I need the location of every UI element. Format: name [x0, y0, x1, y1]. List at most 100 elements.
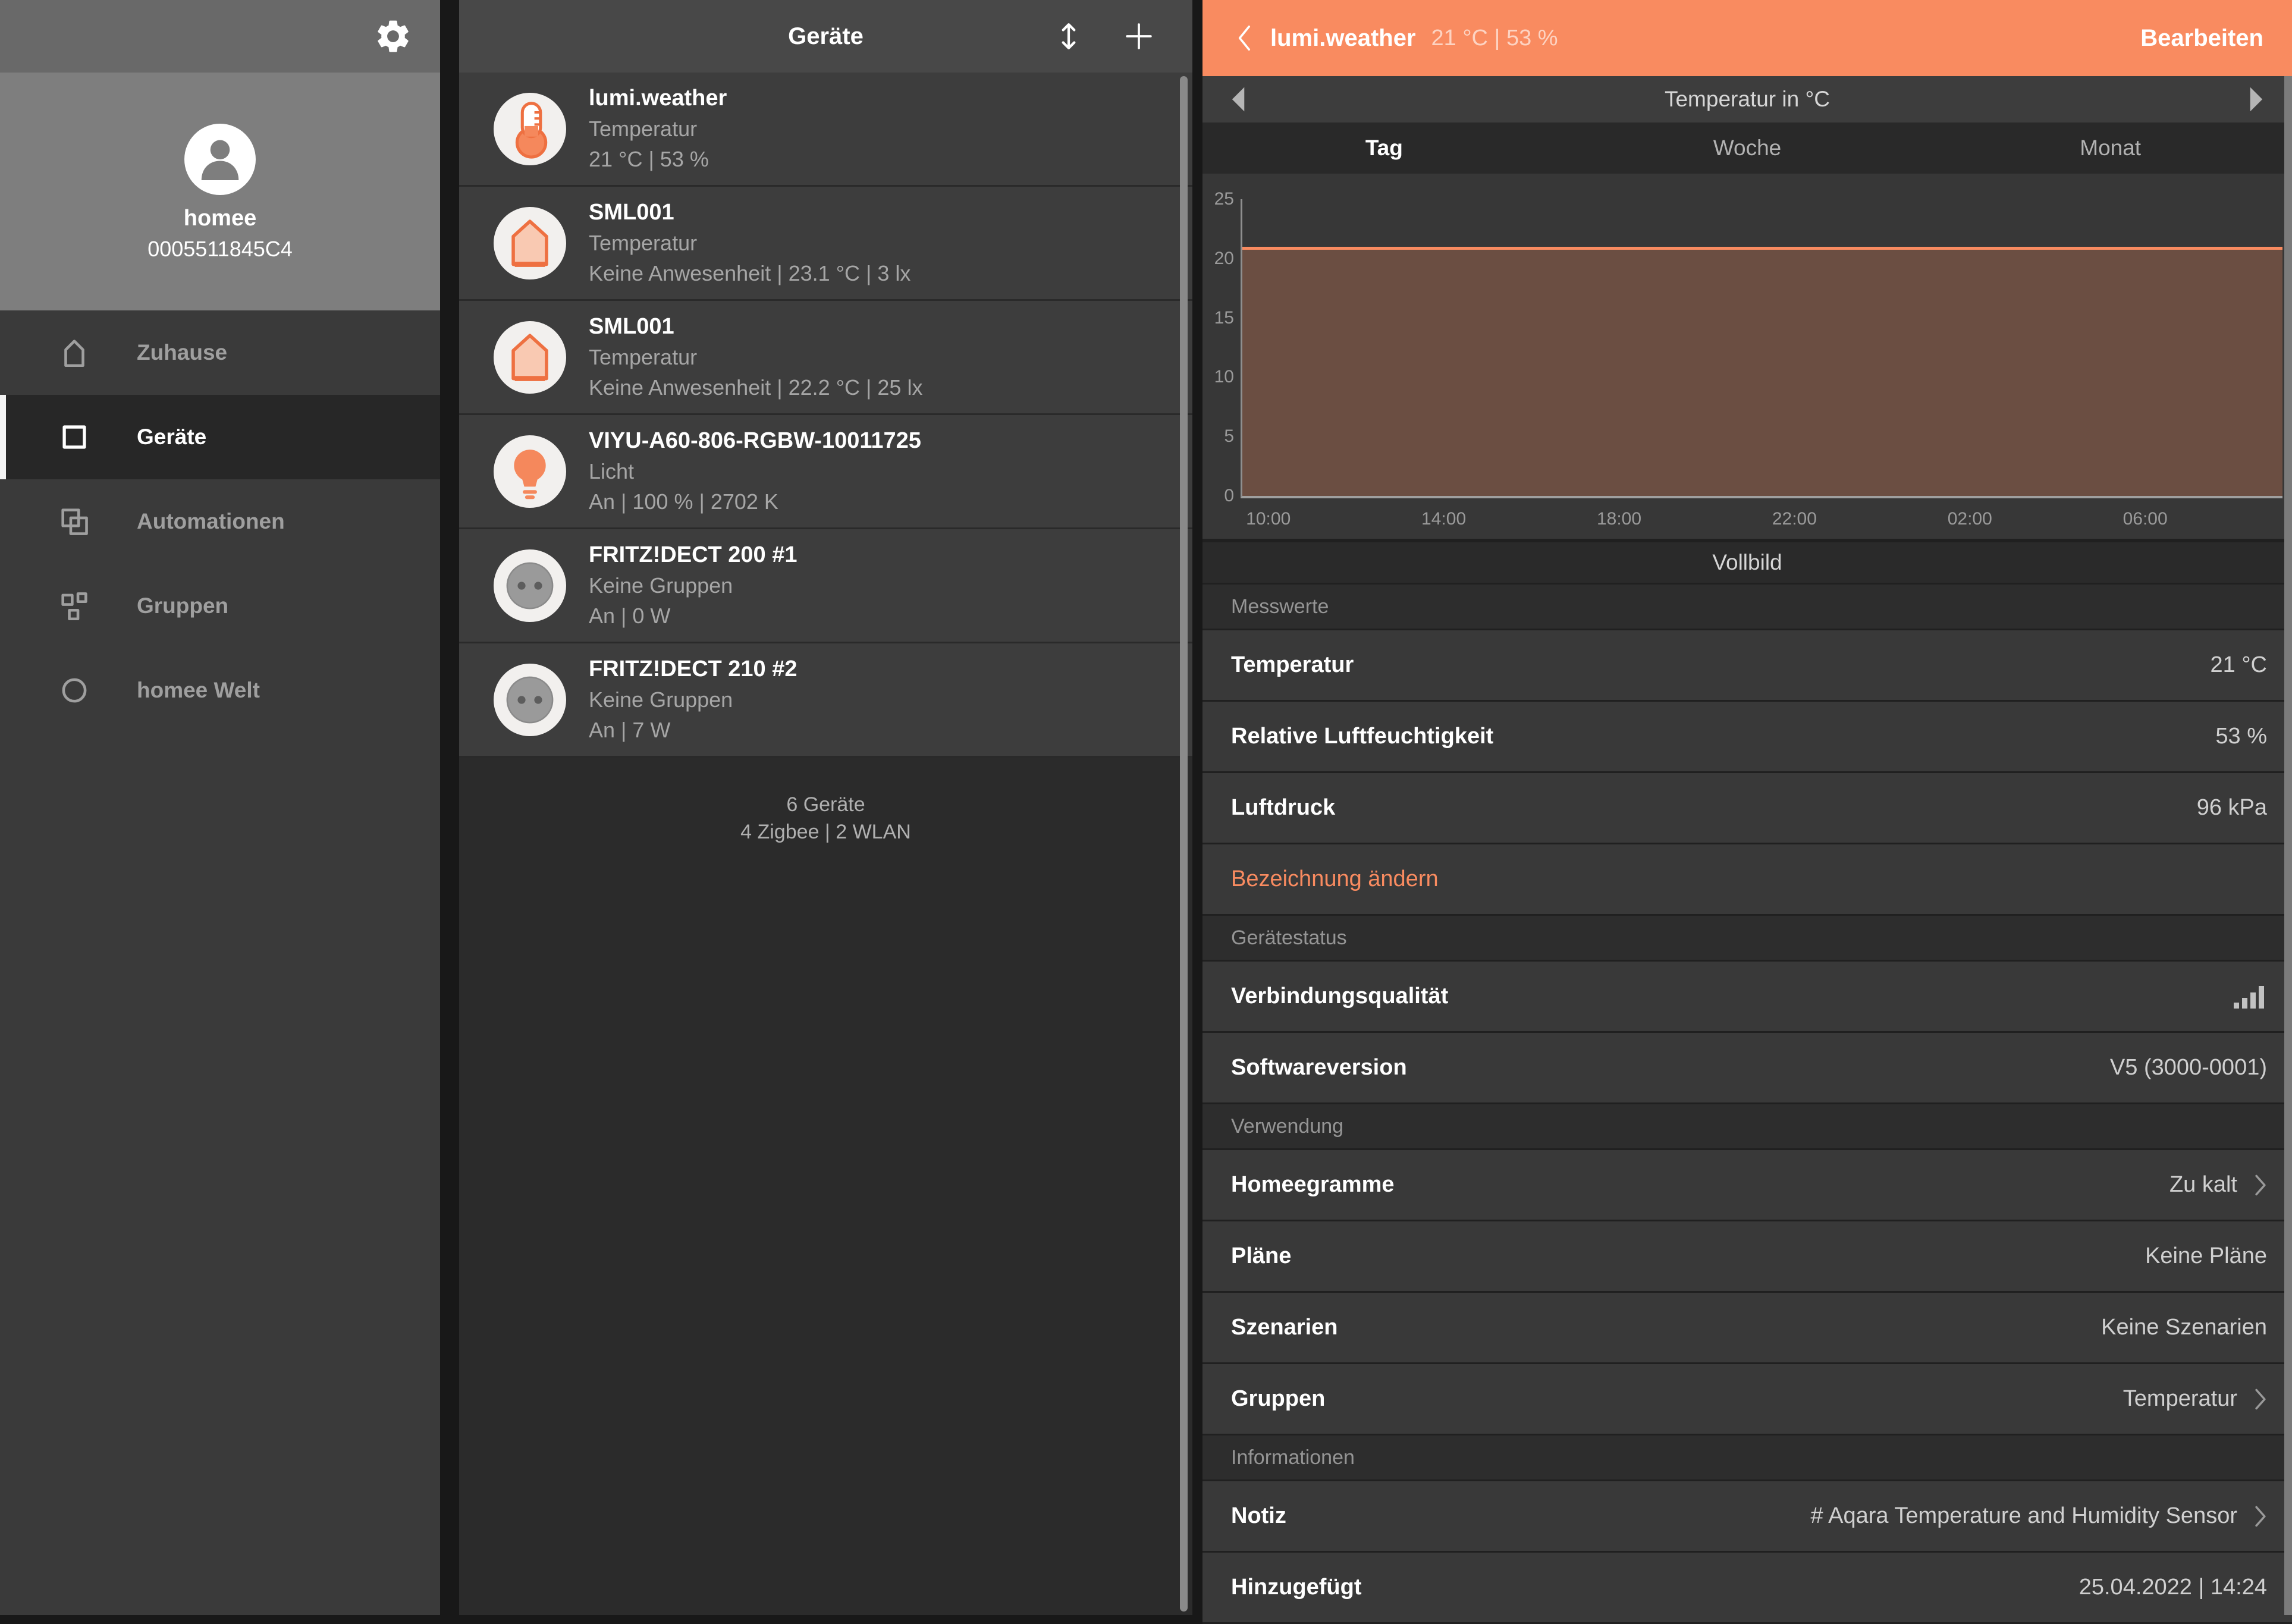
chevron-right-icon [2254, 1388, 2267, 1411]
row-label: Szenarien [1231, 1315, 1338, 1340]
detail-row-hinzugef-gt: Hinzugefügt 25.04.2022 | 14:24 [1202, 1553, 2292, 1624]
device-name: lumi.weather [589, 86, 727, 111]
row-value: 25.04.2022 | 14:24 [2079, 1575, 2267, 1600]
house-icon [494, 207, 566, 279]
device-row[interactable]: lumi.weather Temperatur 21 °C | 53 % [459, 73, 1192, 187]
device-subtitle: Temperatur [589, 231, 910, 256]
x-axis-tick: 02:00 [1948, 509, 1992, 529]
device-name: SML001 [589, 200, 910, 225]
device-status: An | 0 W [589, 604, 798, 629]
device-texts: SML001 Temperatur Keine Anwesenheit | 23… [589, 200, 910, 286]
sidebar-item-homee-welt[interactable]: homee Welt [0, 648, 440, 733]
temperature-chart: 051015202510:0014:0018:0022:0002:0006:00 [1202, 174, 2292, 539]
house-icon [494, 321, 566, 394]
socket-icon [494, 664, 566, 736]
row-label: Luftdruck [1231, 795, 1335, 821]
chevron-right-icon [2254, 1174, 2267, 1196]
row-label: Temperatur [1231, 652, 1354, 678]
row-value: Zu kalt [2169, 1172, 2237, 1198]
device-protocols: 4 Zigbee | 2 WLAN [459, 818, 1192, 846]
device-status: An | 100 % | 2702 K [589, 489, 921, 514]
row-value: 96 kPa [2197, 795, 2267, 821]
back-icon[interactable] [1235, 24, 1255, 52]
device-list-header: Geräte [459, 0, 1192, 73]
device-texts: SML001 Temperatur Keine Anwesenheit | 22… [589, 314, 922, 400]
device-row[interactable]: FRITZ!DECT 210 #2 Keine Gruppen An | 7 W [459, 643, 1192, 758]
add-device-icon[interactable] [1122, 20, 1156, 53]
sidebar-item-label: Zuhause [137, 340, 227, 365]
detail-header: lumi.weather 21 °C | 53 % Bearbeiten [1202, 0, 2292, 76]
device-detail-pane: lumi.weather 21 °C | 53 % Bearbeiten Tem… [1202, 0, 2292, 1615]
bulb-icon [494, 435, 566, 508]
row-value: Keine Szenarien [2101, 1315, 2267, 1340]
sidebar-item-label: Geräte [137, 425, 206, 450]
row-value: 53 % [2215, 724, 2267, 749]
sidebar-item-automationen[interactable]: Automationen [0, 479, 440, 564]
home-icon [57, 335, 92, 370]
sidebar-menu: Zuhause Geräte Automationen Gruppen homee We… [0, 310, 440, 733]
detail-scrollbar[interactable] [2284, 76, 2292, 1615]
y-axis-tick: 20 [1214, 249, 1234, 269]
device-list-footer: 6 Geräte 4 Zigbee | 2 WLAN [459, 791, 1192, 846]
row-value: Temperatur [2123, 1386, 2237, 1412]
row-value: V5 (3000-0001) [2110, 1055, 2267, 1080]
detail-row-notiz[interactable]: Notiz# Aqara Temperature and Humidity Se… [1202, 1481, 2292, 1553]
sidebar-item-label: homee Welt [137, 678, 260, 703]
sidebar: homee 0005511845C4 Zuhause Geräte Automati… [0, 0, 440, 1615]
row-label: Verbindungsqualität [1231, 984, 1448, 1009]
hub-id: 0005511845C4 [0, 237, 440, 262]
sidebar-item-label: Gruppen [137, 593, 228, 618]
gear-icon[interactable] [373, 17, 413, 56]
y-axis-tick: 10 [1214, 367, 1234, 387]
tab-monat[interactable]: Monat [1929, 122, 2292, 174]
device-row[interactable]: SML001 Temperatur Keine Anwesenheit | 23… [459, 187, 1192, 301]
x-axis-tick: 14:00 [1421, 509, 1466, 529]
sidebar-item-zuhause[interactable]: Zuhause [0, 310, 440, 395]
device-name: SML001 [589, 314, 922, 340]
row-label: Hinzugefügt [1231, 1575, 1362, 1600]
device-list-scrollbar[interactable] [1180, 76, 1188, 1612]
detail-row-softwareversion: SoftwareversionV5 (3000-0001) [1202, 1033, 2292, 1104]
device-row[interactable]: FRITZ!DECT 200 #1 Keine Gruppen An | 0 W [459, 529, 1192, 643]
row-label: Relative Luftfeuchtigkeit [1231, 724, 1493, 749]
x-axis-tick: 10:00 [1246, 509, 1291, 529]
device-name: FRITZ!DECT 210 #2 [589, 656, 798, 682]
row-value: Keine Pläne [2145, 1243, 2267, 1269]
row-value: 21 °C [2211, 652, 2267, 678]
sidebar-item-ger-te[interactable]: Geräte [0, 395, 440, 479]
device-status: Keine Anwesenheit | 23.1 °C | 3 lx [589, 261, 910, 286]
thermometer-icon [494, 93, 566, 165]
y-axis-tick: 25 [1214, 189, 1234, 209]
detail-row-pl-ne: PläneKeine Pläne [1202, 1221, 2292, 1293]
row-label: Gruppen [1231, 1386, 1325, 1412]
device-list-pane: Geräte lumi.weather Temperatur 21 °C | 5… [459, 0, 1192, 1615]
detail-row-homeegramme[interactable]: HomeegrammeZu kalt [1202, 1150, 2292, 1221]
detail-row-bezeichnung-ndern[interactable]: Bezeichnung ändern [1202, 844, 2292, 916]
device-status: An | 7 W [589, 718, 798, 743]
tab-woche[interactable]: Woche [1566, 122, 1929, 174]
device-texts: VIYU-A60-806-RGBW-10011725 Licht An | 10… [589, 428, 921, 514]
device-row[interactable]: SML001 Temperatur Keine Anwesenheit | 22… [459, 301, 1192, 415]
sidebar-header [0, 0, 440, 73]
chart-plot: 051015202510:0014:0018:0022:0002:0006:00 [1241, 199, 2282, 498]
device-subtitle: Temperatur [589, 117, 727, 142]
detail-title: lumi.weather [1270, 25, 1416, 52]
detail-sections: MesswerteTemperatur21 °CRelative Luftfeu… [1202, 585, 2292, 1624]
device-subtitle: Licht [589, 459, 921, 484]
tab-tag[interactable]: Tag [1202, 122, 1566, 174]
hub-avatar[interactable] [184, 124, 256, 195]
device-name: FRITZ!DECT 200 #1 [589, 542, 798, 568]
chart-next-icon[interactable] [2248, 87, 2263, 112]
device-texts: lumi.weather Temperatur 21 °C | 53 % [589, 86, 727, 172]
detail-row-verbindungsqualit-t: Verbindungsqualität [1202, 962, 2292, 1033]
hub-name: homee [0, 206, 440, 231]
fullscreen-button[interactable]: Vollbild [1202, 542, 2292, 583]
edit-button[interactable]: Bearbeiten [2140, 25, 2263, 52]
detail-row-szenarien: Szenarien Keine Szenarien [1202, 1293, 2292, 1364]
x-axis-tick: 18:00 [1597, 509, 1641, 529]
device-row[interactable]: VIYU-A60-806-RGBW-10011725 Licht An | 10… [459, 415, 1192, 529]
sidebar-item-gruppen[interactable]: Gruppen [0, 564, 440, 648]
sort-icon[interactable] [1052, 20, 1085, 53]
detail-subtitle: 21 °C | 53 % [1431, 26, 1558, 51]
detail-row-gruppen[interactable]: Gruppen Temperatur [1202, 1364, 2292, 1435]
